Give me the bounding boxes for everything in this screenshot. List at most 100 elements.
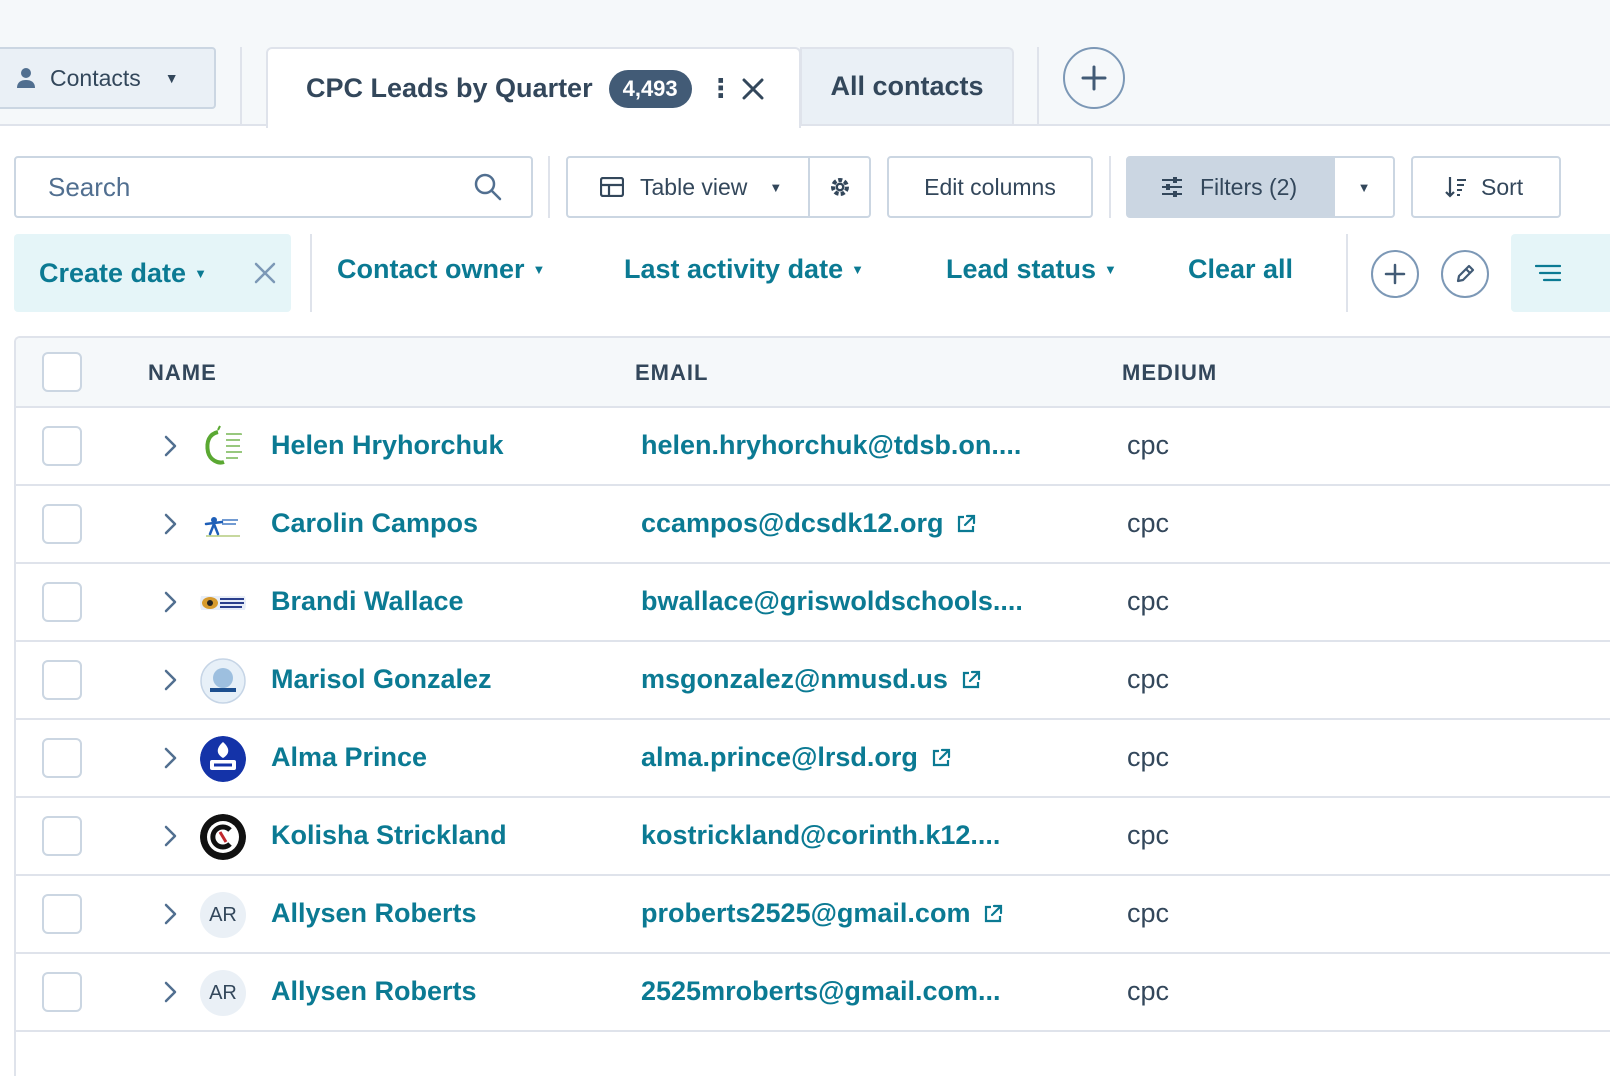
chevron-right-icon[interactable] — [156, 588, 184, 616]
close-tab-icon[interactable] — [738, 74, 768, 104]
sliders-icon — [1162, 177, 1182, 197]
row-checkbox[interactable] — [42, 660, 82, 700]
corinth-logo-icon — [200, 814, 246, 860]
contact-email-link[interactable]: helen.hryhorchuk@tdsb.on.... — [641, 430, 1021, 461]
dcsd-logo-icon — [204, 517, 240, 537]
contact-name-link[interactable]: Allysen Roberts — [271, 898, 477, 929]
filter-chip-create-date[interactable]: Create date ▼ — [14, 234, 291, 312]
email-text: kostrickland@corinth.k12.... — [641, 820, 1001, 850]
chevron-right-icon[interactable] — [156, 666, 184, 694]
filter-contact-owner[interactable]: Contact owner ▼ — [337, 254, 545, 285]
chevron-right-icon[interactable] — [156, 744, 184, 772]
column-header-email[interactable]: EMAIL — [635, 360, 708, 386]
chevron-down-icon: ▼ — [769, 179, 783, 195]
external-link-icon[interactable] — [960, 669, 982, 691]
table-row: Brandi Wallace bwallace@griswoldschools..… — [16, 564, 1610, 642]
tab-cpc-leads[interactable]: CPC Leads by Quarter 4,493 ⋮ — [266, 47, 801, 128]
chevron-right-icon[interactable] — [156, 900, 184, 928]
chevron-right-icon[interactable] — [156, 978, 184, 1006]
table-row: Helen Hryhorchuk helen.hryhorchuk@tdsb.on… — [16, 408, 1610, 486]
gear-icon — [830, 178, 849, 196]
filter-last-activity-date[interactable]: Last activity date ▼ — [624, 254, 864, 285]
chevron-down-icon: ▼ — [194, 265, 207, 281]
row-checkbox[interactable] — [42, 894, 82, 934]
tab-all-contacts[interactable]: All contacts — [800, 47, 1014, 124]
table-header: NAME EMAIL MEDIUM — [16, 338, 1610, 408]
contact-name-link[interactable]: Kolisha Strickland — [271, 820, 507, 851]
griswold-logo-icon — [200, 596, 246, 610]
table-view-dropdown[interactable]: Table view ▼ — [566, 156, 810, 218]
table-icon — [600, 177, 624, 197]
edit-columns-button[interactable]: Edit columns — [887, 156, 1093, 218]
filter-label: Lead status — [946, 254, 1097, 284]
contact-name-link[interactable]: Allysen Roberts — [271, 976, 477, 1007]
chevron-right-icon[interactable] — [156, 822, 184, 850]
filters-label: Filters (2) — [1200, 173, 1298, 200]
sort-label: Sort — [1481, 173, 1524, 200]
sort-button[interactable]: Sort — [1411, 156, 1561, 218]
contact-email-link[interactable]: msgonzalez@nmusd.us — [641, 664, 982, 695]
row-checkbox[interactable] — [42, 972, 82, 1012]
search-input[interactable]: Search — [14, 156, 533, 218]
chevron-down-icon: ▼ — [1357, 179, 1371, 195]
initials-avatar: AR — [200, 970, 246, 1016]
external-link-icon[interactable] — [955, 513, 977, 535]
contact-email-link[interactable]: proberts2525@gmail.com — [641, 898, 1004, 929]
add-filter-button[interactable] — [1371, 250, 1419, 298]
medium-cell: cpc — [1127, 742, 1170, 772]
add-view-button[interactable] — [1063, 47, 1125, 109]
chevron-down-icon: ▼ — [164, 70, 179, 86]
row-checkbox[interactable] — [42, 816, 82, 856]
table-row — [16, 1032, 1610, 1076]
row-checkbox[interactable] — [42, 426, 82, 466]
column-header-name[interactable]: NAME — [148, 360, 217, 386]
medium-cell: cpc — [1127, 664, 1170, 694]
contact-name-link[interactable]: Carolin Campos — [271, 508, 478, 539]
tdsb-logo-icon — [205, 425, 242, 465]
filter-lead-status[interactable]: Lead status ▼ — [946, 254, 1117, 285]
chevron-down-icon: ▼ — [532, 262, 546, 277]
contacts-table: NAME EMAIL MEDIUM Helen Hryhorchuk helen.… — [14, 336, 1610, 1076]
remove-filter-icon[interactable] — [251, 259, 279, 287]
view-settings-button[interactable] — [808, 156, 871, 218]
divider — [1346, 234, 1348, 312]
chevron-down-icon: ▼ — [1104, 262, 1117, 277]
tab-label: CPC Leads by Quarter — [306, 73, 593, 103]
external-link-icon[interactable] — [930, 747, 952, 769]
email-text: ccampos@dcsdk12.org — [641, 508, 944, 538]
row-checkbox[interactable] — [42, 504, 82, 544]
object-selector-dropdown[interactable]: Contacts ▼ — [0, 47, 216, 109]
clear-all-filters-link[interactable]: Clear all — [1188, 254, 1293, 285]
contact-email-link[interactable]: bwallace@griswoldschools.... — [641, 586, 1023, 617]
email-text: proberts2525@gmail.com — [641, 898, 971, 928]
contact-email-link[interactable]: alma.prince@lrsd.org — [641, 742, 952, 773]
contact-name-link[interactable]: Marisol Gonzalez — [271, 664, 492, 695]
table-row: Kolisha Strickland kostrickland@corinth.k… — [16, 798, 1610, 876]
column-header-medium[interactable]: MEDIUM — [1122, 360, 1217, 386]
lrsd-logo-icon — [200, 736, 246, 782]
email-text: helen.hryhorchuk@tdsb.on.... — [641, 430, 1022, 460]
contact-name-link[interactable]: Alma Prince — [271, 742, 427, 773]
advanced-filters-button[interactable] — [1511, 234, 1610, 312]
divider — [1109, 156, 1111, 218]
contact-name-link[interactable]: Helen Hryhorchuk — [271, 430, 504, 461]
company-logo-avatar — [200, 736, 246, 782]
chevron-right-icon[interactable] — [156, 510, 184, 538]
select-all-checkbox[interactable] — [42, 352, 82, 392]
tab-options-icon[interactable]: ⋮ — [708, 73, 734, 104]
contact-name-link[interactable]: Brandi Wallace — [271, 586, 464, 617]
filter-label: Last activity date — [624, 254, 844, 284]
contact-email-link[interactable]: 2525mroberts@gmail.com... — [641, 976, 1000, 1007]
row-checkbox[interactable] — [42, 582, 82, 622]
medium-cell: cpc — [1127, 898, 1170, 928]
contact-email-link[interactable]: kostrickland@corinth.k12.... — [641, 820, 1000, 851]
filters-dropdown-toggle[interactable]: ▼ — [1333, 156, 1395, 218]
chevron-right-icon[interactable] — [156, 432, 184, 460]
contact-email-link[interactable]: ccampos@dcsdk12.org — [641, 508, 977, 539]
sort-icon — [1445, 177, 1466, 198]
edit-filters-button[interactable] — [1441, 250, 1489, 298]
external-link-icon[interactable] — [982, 903, 1004, 925]
row-checkbox[interactable] — [42, 738, 82, 778]
initials-avatar: AR — [200, 892, 246, 938]
filters-button[interactable]: Filters (2) — [1126, 156, 1335, 218]
